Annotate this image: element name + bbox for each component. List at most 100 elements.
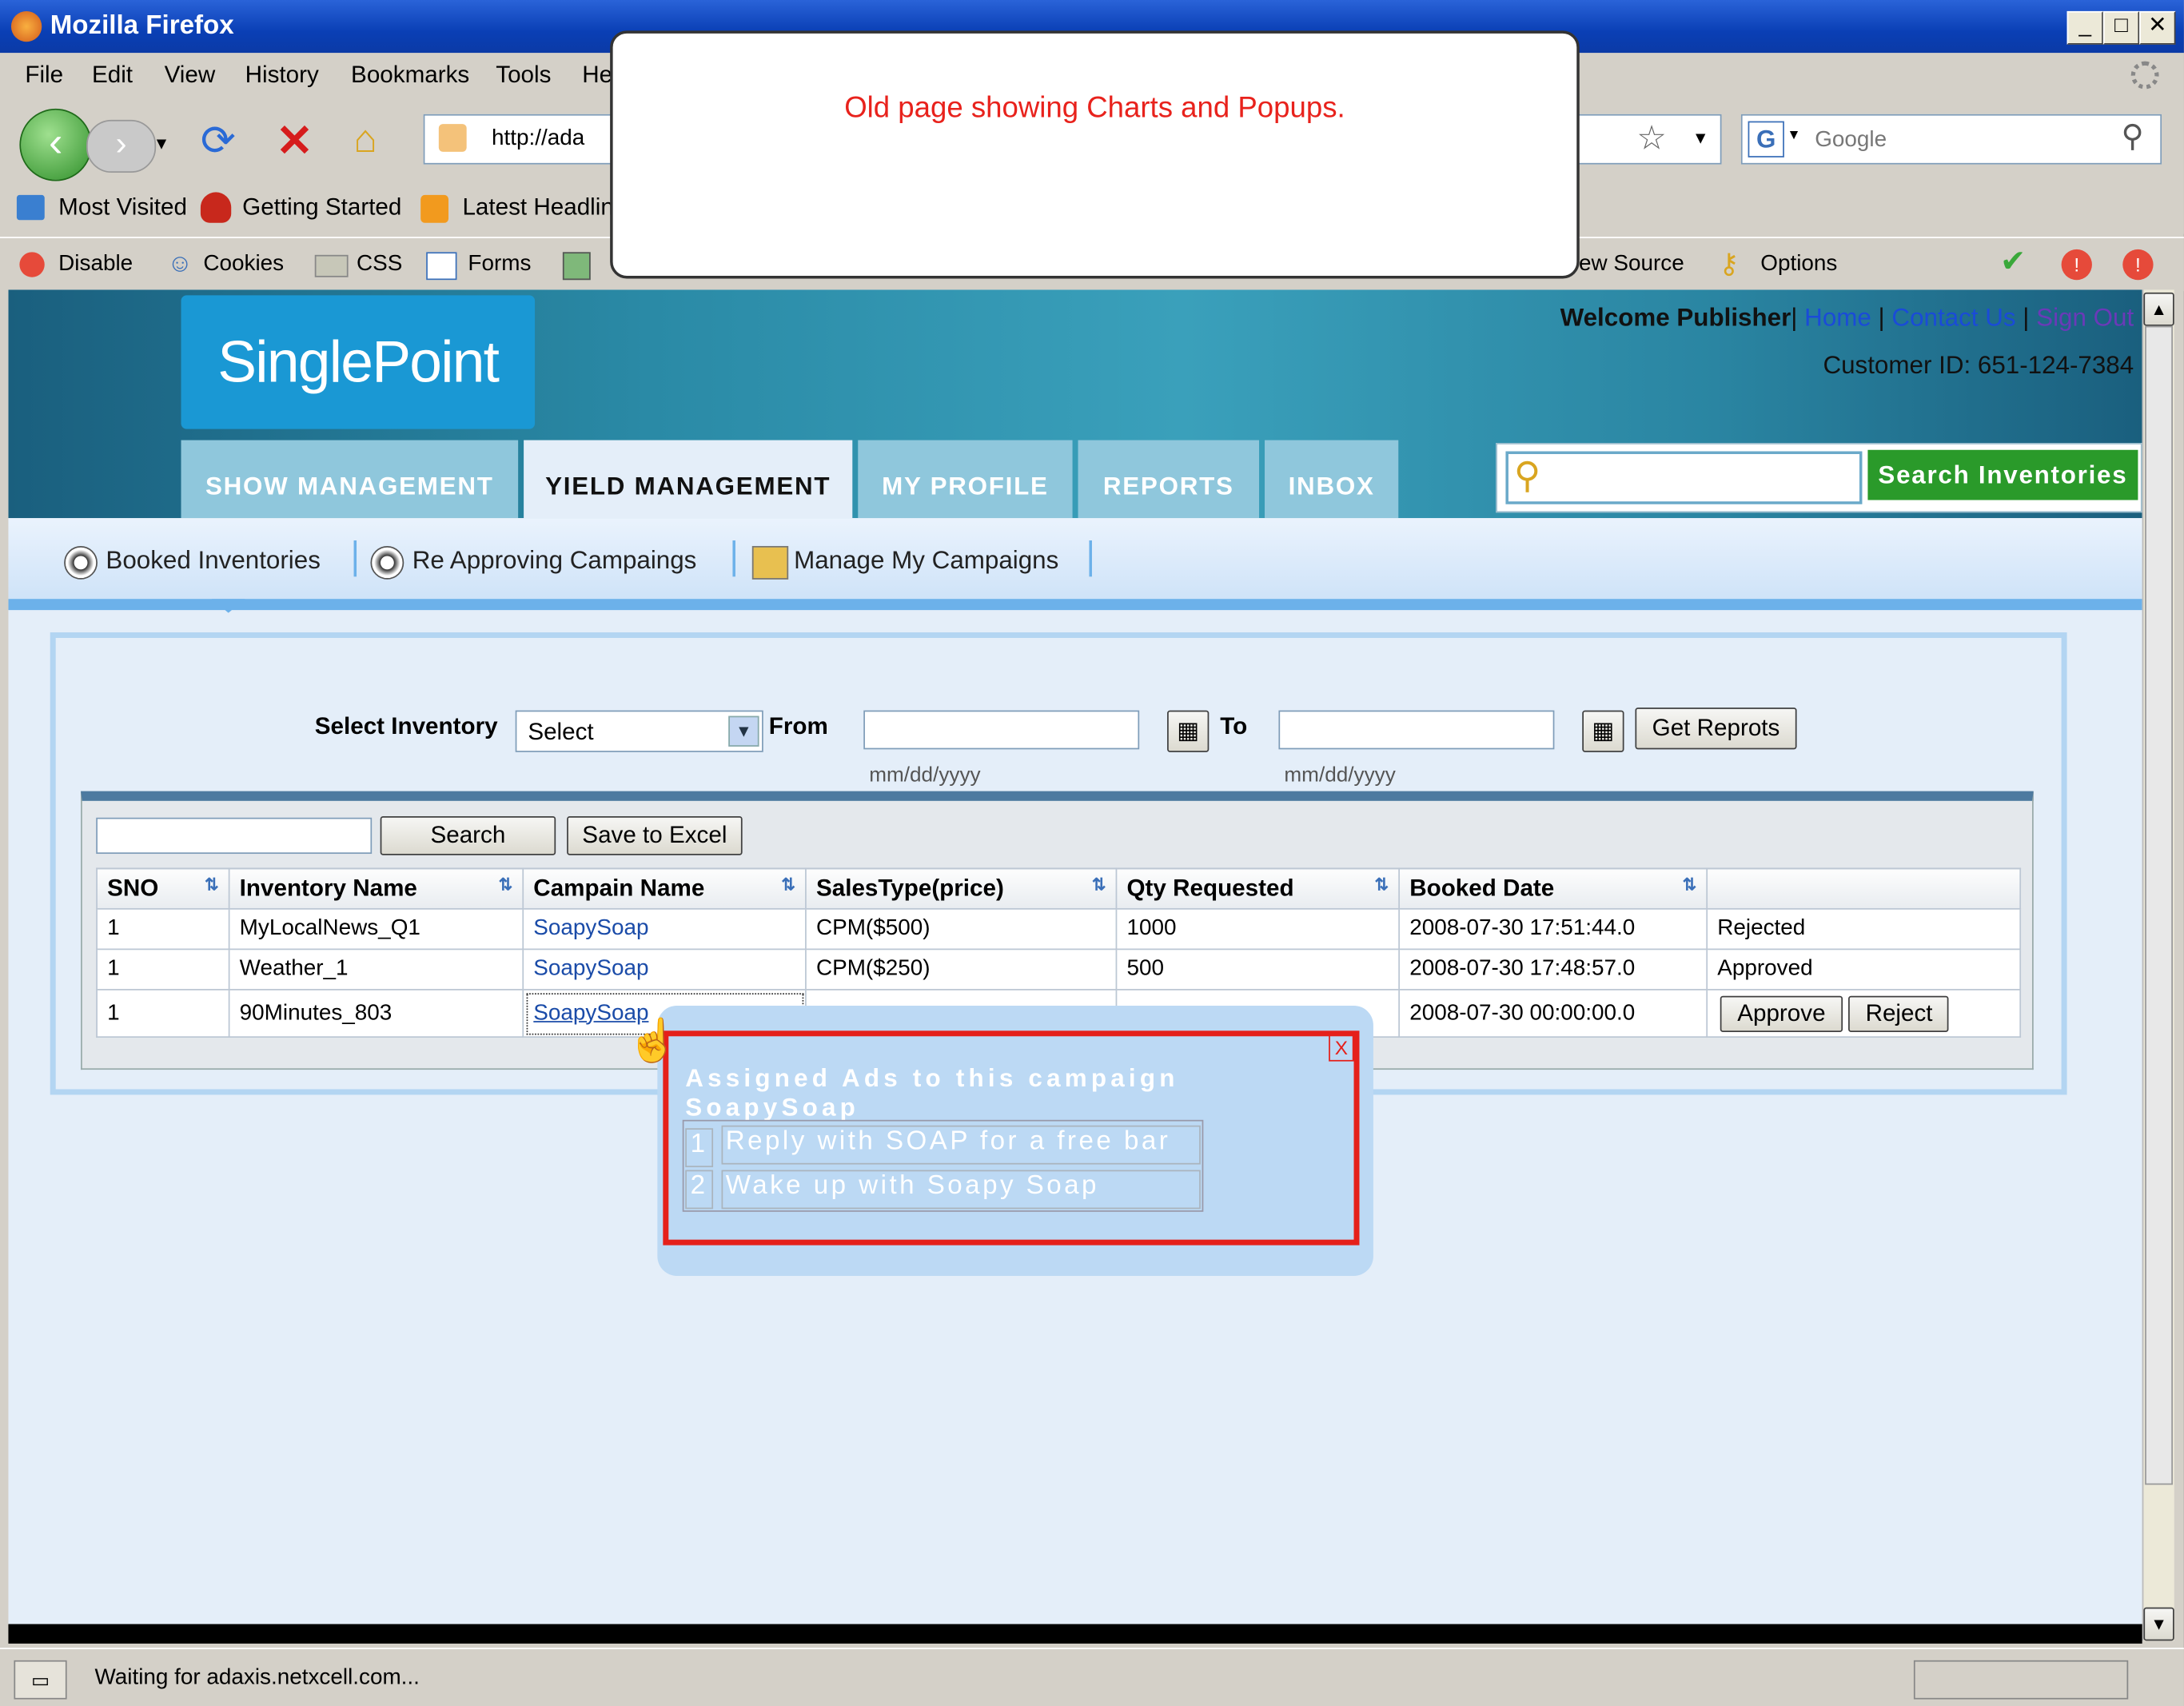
page-scrollbar[interactable]: ▲ ▼ [2142, 289, 2174, 1641]
singlepoint-logo[interactable]: SinglePoint [181, 295, 536, 429]
to-calendar-icon[interactable]: ▦ [1582, 710, 1624, 752]
tab-inbox[interactable]: INBOX [1265, 440, 1399, 519]
inventory-search-box: ⚲ Search Inventories [1496, 443, 2142, 513]
bookmark-latest-headlines[interactable]: Latest Headlin [462, 193, 613, 221]
inventory-select-value: Select [528, 719, 594, 746]
menu-view[interactable]: View [165, 62, 216, 90]
url-bar[interactable]: http://ada [423, 114, 613, 165]
status-panel-icon: ▭ [14, 1660, 67, 1700]
cell-salestype: CPM($500) [805, 907, 1118, 951]
magnifier-icon[interactable]: ⚲ [2122, 118, 2144, 154]
sort-icon[interactable]: ⇅ [205, 875, 219, 894]
subnav-reapproving-campaigns[interactable]: Re Approving Campaings [412, 546, 697, 576]
search-magnifier-icon: ⚲ [1513, 453, 1541, 496]
web-search-field[interactable]: G ▼ Google ⚲ [1740, 114, 2162, 165]
url-bar-right[interactable]: ☆ ▼ [1573, 114, 1722, 165]
stop-icon[interactable]: ✕ [276, 114, 313, 167]
reject-button[interactable]: Reject [1848, 995, 1950, 1032]
table-row: 1 MyLocalNews_Q1 SoapySoap CPM($500) 100… [96, 907, 2022, 951]
menu-help[interactable]: He [582, 62, 612, 90]
sign-out-link[interactable]: Sign Out [2036, 304, 2134, 332]
dev-disable-menu[interactable]: Disable [58, 252, 133, 277]
dev-cookies-menu[interactable]: Cookies [203, 252, 284, 277]
subnav-manage-campaigns[interactable]: Manage My Campaigns [794, 546, 1058, 576]
home-link[interactable]: Home [1804, 304, 1871, 332]
to-label: To [1220, 713, 1248, 740]
scroll-down-icon[interactable]: ▼ [2143, 1607, 2174, 1641]
back-button[interactable]: ‹ [19, 108, 92, 181]
dev-forms-menu[interactable]: Forms [468, 252, 531, 277]
subnav-divider-3 [1089, 540, 1092, 577]
approve-button[interactable]: Approve [1720, 995, 1843, 1032]
col-sno[interactable]: SNO ⇅ [96, 867, 230, 910]
reload-icon[interactable]: ⟳ [201, 117, 236, 165]
maximize-button[interactable]: □ [2102, 10, 2140, 45]
ad-number: 1 [685, 1128, 714, 1168]
col-salestype[interactable]: SalesType(price) ⇅ [805, 867, 1118, 910]
grid-search-button[interactable]: Search [380, 815, 556, 855]
sort-icon[interactable]: ⇅ [1092, 875, 1106, 894]
tab-reports[interactable]: REPORTS [1078, 440, 1260, 519]
engine-dropdown-icon[interactable]: ▼ [1787, 128, 1800, 143]
sort-icon[interactable]: ⇅ [781, 875, 795, 894]
campaign-link[interactable]: SoapySoap [522, 948, 807, 991]
dev-css-menu[interactable]: CSS [357, 252, 402, 277]
col-qty-requested[interactable]: Qty Requested ⇅ [1115, 867, 1401, 910]
tab-show-management[interactable]: SHOW MANAGEMENT [181, 440, 519, 519]
css-error-icon[interactable]: ! [2061, 249, 2092, 281]
menu-tools[interactable]: Tools [496, 62, 551, 90]
url-dropdown-icon[interactable]: ▼ [1692, 128, 1709, 147]
sort-icon[interactable]: ⇅ [1683, 875, 1697, 894]
status-bar: ▭ Waiting for adaxis.netxcell.com... [0, 1648, 2184, 1706]
search-inventories-button[interactable]: Search Inventories [1867, 449, 2138, 500]
dev-options-menu[interactable]: Options [1760, 252, 1837, 277]
grid-search-input[interactable] [96, 817, 373, 855]
menu-history[interactable]: History [245, 62, 319, 90]
css-icon [314, 254, 349, 277]
menu-file[interactable]: File [25, 62, 63, 90]
menu-edit[interactable]: Edit [92, 62, 133, 90]
inventory-select[interactable]: Select ▼ [515, 710, 763, 752]
col-campain-name[interactable]: Campain Name ⇅ [522, 867, 807, 910]
ad-item[interactable]: Wake up with Soapy Soap [721, 1170, 1201, 1210]
most-visited-icon [16, 194, 45, 221]
status-field-right [1913, 1660, 2129, 1700]
close-window-button[interactable]: ✕ [2139, 10, 2176, 45]
js-error-icon[interactable]: ! [2122, 249, 2154, 281]
dev-view-source-menu[interactable]: iew Source [1574, 252, 1684, 277]
home-icon[interactable]: ⌂ [354, 117, 377, 161]
to-date-input[interactable] [1278, 710, 1555, 750]
scroll-up-icon[interactable]: ▲ [2143, 292, 2174, 326]
close-icon[interactable]: X [1329, 1033, 1354, 1062]
minimize-button[interactable]: _ [2066, 10, 2103, 45]
campaign-link[interactable]: SoapySoap [522, 907, 807, 951]
col-booked-date[interactable]: Booked Date ⇅ [1398, 867, 1708, 910]
chevron-down-icon[interactable]: ▼ [728, 715, 759, 747]
site-favicon-icon [438, 124, 467, 152]
tab-my-profile[interactable]: MY PROFILE [858, 440, 1073, 519]
scroll-thumb[interactable] [2145, 325, 2173, 1485]
forward-button[interactable]: › [86, 119, 157, 173]
bookmark-getting-started[interactable]: Getting Started [242, 193, 401, 221]
col-inventory-name[interactable]: Inventory Name ⇅ [228, 867, 524, 910]
from-date-input[interactable] [863, 710, 1140, 750]
from-calendar-icon[interactable]: ▦ [1167, 710, 1210, 752]
bookmark-star-icon[interactable]: ☆ [1636, 118, 1666, 159]
google-engine-icon[interactable]: G [1748, 121, 1784, 157]
subnav-booked-inventories[interactable]: Booked Inventories [106, 546, 321, 576]
status-text: Waiting for adaxis.netxcell.com... [94, 1665, 420, 1690]
tab-yield-management[interactable]: YIELD MANAGEMENT [524, 440, 853, 519]
menu-bookmarks[interactable]: Bookmarks [351, 62, 469, 90]
save-to-excel-button[interactable]: Save to Excel [567, 815, 743, 855]
get-reports-button[interactable]: Get Reprots [1635, 708, 1797, 750]
history-dropdown-icon[interactable]: ▼ [153, 134, 170, 153]
valid-check-icon[interactable]: ✔ [2000, 244, 2026, 280]
ad-item[interactable]: Reply with SOAP for a free bar [721, 1125, 1201, 1165]
contact-link[interactable]: Contact Us [1891, 304, 2015, 332]
throbber-icon [2130, 61, 2159, 90]
sort-icon[interactable]: ⇅ [1375, 875, 1389, 894]
inventory-search-input[interactable]: ⚲ [1505, 451, 1863, 504]
soccer-ball-icon-2 [370, 545, 405, 580]
sort-icon[interactable]: ⇅ [499, 875, 513, 894]
bookmark-most-visited[interactable]: Most Visited [58, 193, 187, 221]
